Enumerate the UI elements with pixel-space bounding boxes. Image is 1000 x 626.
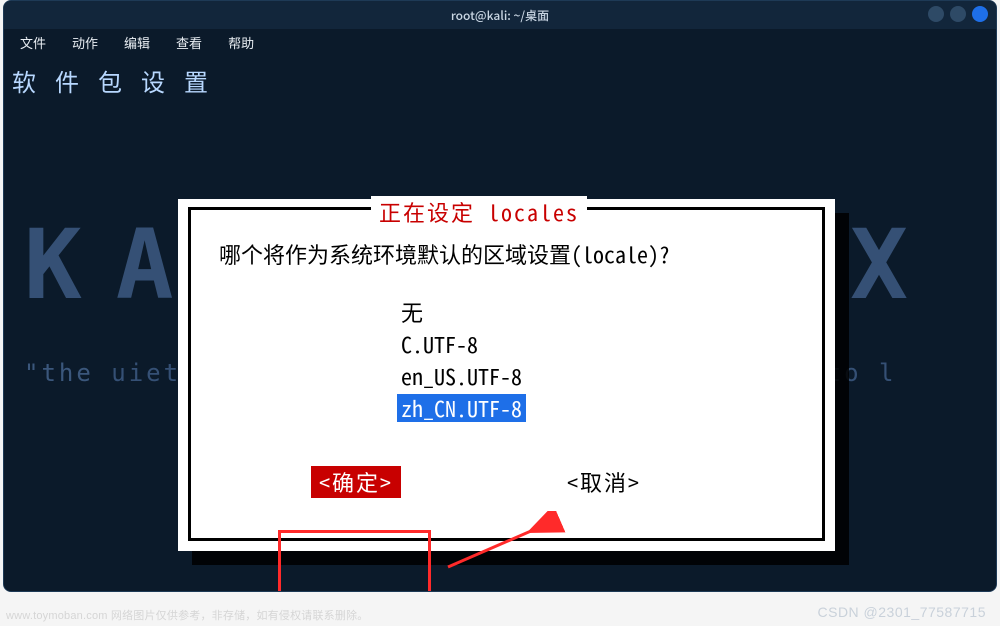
dialog-question: 哪个将作为系统环境默认的区域设置(locale)? — [219, 238, 822, 270]
footer-source-text: www.toymoban.com 网络图片仅供参考，非存储，如有侵权请联系删除。 — [6, 607, 368, 623]
window-close-button[interactable] — [972, 6, 988, 22]
menu-action[interactable]: 动作 — [68, 31, 102, 54]
window-titlebar: root@kali: ~/桌面 — [4, 1, 996, 29]
menu-help[interactable]: 帮助 — [224, 31, 258, 54]
menu-file[interactable]: 文件 — [16, 31, 50, 54]
dialog-choice-none[interactable]: 无 — [397, 298, 427, 326]
window-controls — [928, 6, 988, 22]
window-title: root@kali: ~/桌面 — [451, 7, 549, 24]
dialog-choice-zhcn[interactable]: zh_CN.UTF-8 — [397, 394, 526, 422]
dialog-border: 正在设定 locales 哪个将作为系统环境默认的区域设置(locale)? 无… — [188, 207, 825, 541]
dialog-choice-enus[interactable]: en_US.UTF-8 — [397, 362, 526, 390]
menu-bar: 文件 动作 编辑 查看 帮助 — [4, 29, 996, 55]
dialog-choice-cutf8[interactable]: C.UTF-8 — [397, 330, 482, 358]
terminal-body: 软件包设置 KALI LINUX "the uieter you become,… — [4, 55, 996, 591]
app-window: root@kali: ~/桌面 文件 动作 编辑 查看 帮助 软件包设置 KAL… — [3, 0, 997, 592]
menu-view[interactable]: 查看 — [172, 31, 206, 54]
window-minimize-button[interactable] — [928, 6, 944, 22]
ok-button[interactable]: <确定> — [311, 466, 401, 498]
dialog-title: 正在设定 locales — [371, 196, 587, 228]
dialog-choice-list: 无 C.UTF-8 en_US.UTF-8 zh_CN.UTF-8 — [397, 296, 822, 424]
page-heading: 软件包设置 — [12, 63, 227, 98]
dialog-panel: 正在设定 locales 哪个将作为系统环境默认的区域设置(locale)? 无… — [178, 199, 835, 551]
watermark-text: CSDN @2301_77587715 — [818, 604, 987, 620]
window-maximize-button[interactable] — [950, 6, 966, 22]
cancel-button[interactable]: <取消> — [567, 466, 641, 498]
menu-edit[interactable]: 编辑 — [120, 31, 154, 54]
